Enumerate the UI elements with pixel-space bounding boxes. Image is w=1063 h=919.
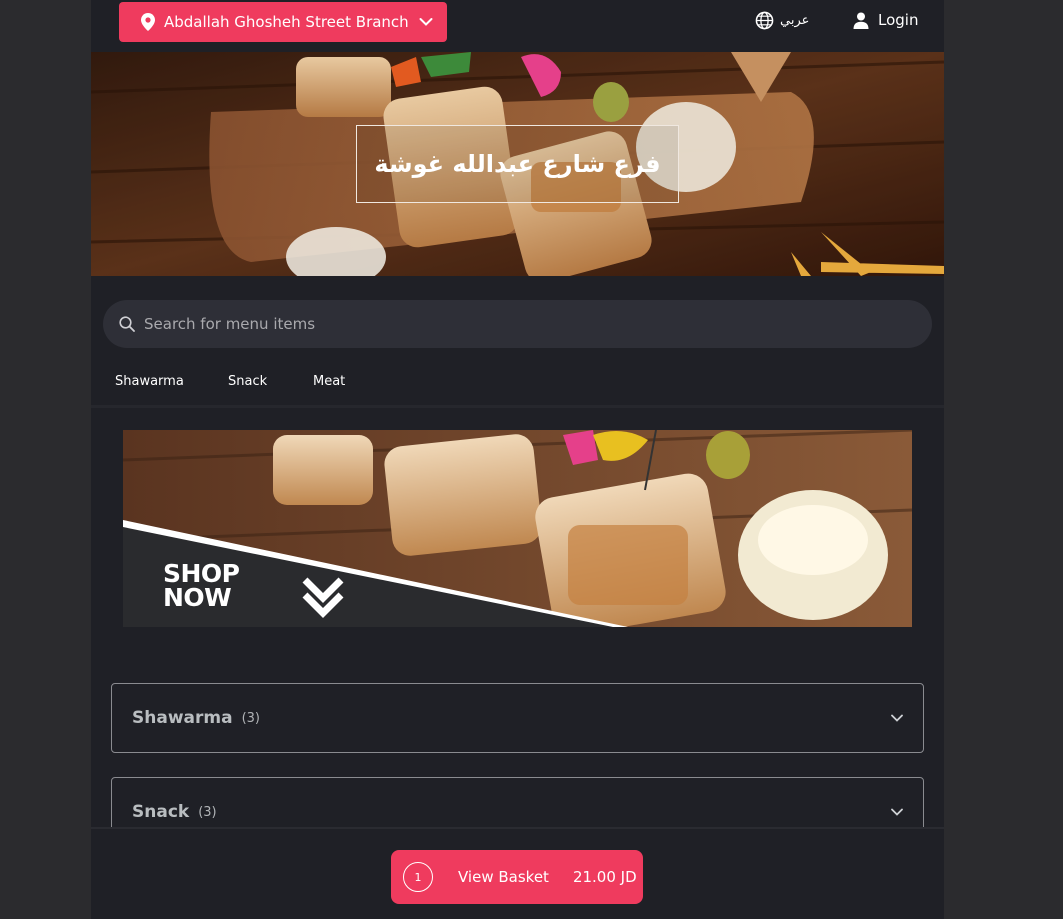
basket-quantity-badge: 1 <box>403 862 433 892</box>
chevron-down-icon <box>891 808 903 816</box>
hero-branch-title: فرع شارع عبدالله غوشة <box>356 125 679 203</box>
branch-name: Abdallah Ghosheh Street Branch <box>164 13 409 31</box>
category-tabs: Shawarma Snack Meat <box>91 362 944 406</box>
shop-now-text: SHOP NOW <box>163 561 240 612</box>
menu-search-bar[interactable] <box>103 300 932 348</box>
basket-total: 21.00 JD <box>572 868 637 886</box>
chevron-down-icon <box>891 714 903 722</box>
view-basket-button[interactable]: 1 View Basket 21.00 JD <box>391 850 643 904</box>
location-pin-icon <box>141 13 155 31</box>
category-count: (3) <box>241 710 260 726</box>
shop-now-banner[interactable]: SHOP NOW <box>123 430 912 627</box>
language-label: عربي <box>780 13 810 28</box>
category-count: (3) <box>198 804 217 820</box>
app-container: Abdallah Ghosheh Street Branch عربي Logi… <box>91 0 944 919</box>
search-input[interactable] <box>144 315 844 333</box>
tab-shawarma[interactable]: Shawarma <box>115 374 184 389</box>
banner-food-image <box>123 430 912 627</box>
top-header: Abdallah Ghosheh Street Branch عربي Logi… <box>91 0 944 52</box>
tab-meat[interactable]: Meat <box>313 374 345 389</box>
basket-label: View Basket <box>458 868 549 886</box>
search-icon <box>119 316 135 332</box>
shop-now-line2: NOW <box>163 583 232 612</box>
category-name: Shawarma <box>132 708 233 728</box>
globe-icon <box>755 11 774 30</box>
category-accordion-shawarma[interactable]: Shawarma (3) <box>111 683 924 753</box>
hero-banner: فرع شارع عبدالله غوشة <box>91 52 944 276</box>
login-button[interactable]: Login <box>853 11 918 29</box>
language-switch[interactable]: عربي <box>755 11 809 30</box>
category-name: Snack <box>132 802 190 822</box>
bottom-basket-bar: 1 View Basket 21.00 JD <box>91 827 944 919</box>
login-label: Login <box>878 11 919 29</box>
tabs-divider <box>91 405 944 408</box>
chevron-down-icon <box>419 18 433 26</box>
tab-snack[interactable]: Snack <box>228 374 267 389</box>
user-icon <box>853 12 869 29</box>
branch-selector-button[interactable]: Abdallah Ghosheh Street Branch <box>119 2 447 42</box>
